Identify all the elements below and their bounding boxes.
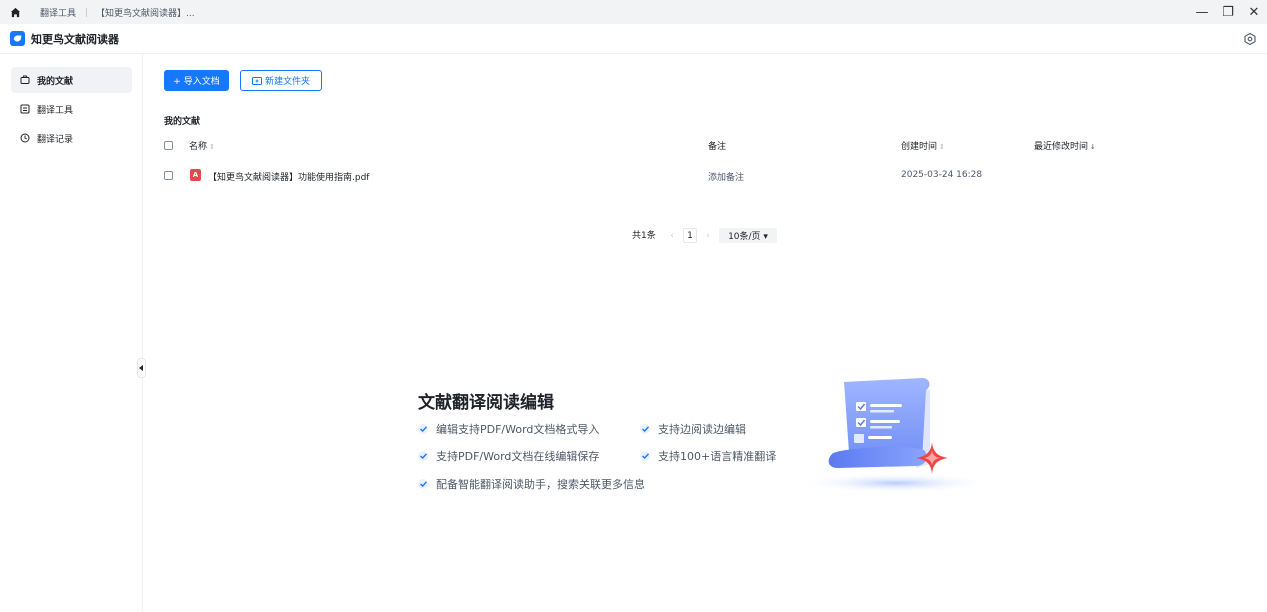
feature-text: 支持边阅读边编辑 [658,423,746,436]
folder-icon [20,75,30,84]
sort-icon: ⇕ [939,143,945,151]
pagination-total: 共1条 [632,231,656,241]
sidebar-item-label: 翻译工具 [37,105,74,116]
sidebar-collapse-button[interactable] [137,358,146,378]
folder-plus-icon [251,77,262,85]
home-icon[interactable] [0,0,30,24]
feature-item: 支持PDF/Word文档在线编辑保存 [418,448,599,464]
tab-document[interactable]: 【知更鸟文献阅读器】... [86,0,205,24]
title-bar: 翻译工具 【知更鸟文献阅读器】... — ❐ ✕ [0,0,1267,24]
feature-item: 支持边阅读边编辑 [640,421,746,437]
clock-icon [20,133,30,143]
row-checkbox[interactable] [164,171,173,180]
check-icon [418,424,428,434]
header-label: 最近修改时间 [1034,142,1089,152]
add-note-link[interactable]: 添加备注 [708,170,744,183]
sidebar-item-label: 我的文献 [37,76,74,87]
sidebar: 我的文献 翻译工具 翻译记录 [0,54,143,612]
translate-icon [20,104,30,114]
page-number-button[interactable]: 1 [683,228,697,243]
created-time: 2025-03-24 16:28 [901,170,983,180]
import-document-label: + 导入文档 [173,77,220,87]
select-all-checkbox[interactable] [164,141,173,150]
feature-text: 支持PDF/Word文档在线编辑保存 [436,450,600,463]
sidebar-item-translate-tool[interactable]: 翻译工具 [11,96,132,122]
column-header-created[interactable]: 创建时间 ⇕ [901,139,945,152]
settings-icon[interactable] [1243,31,1257,46]
feature-text: 配备智能翻译阅读助手，搜索关联更多信息 [436,478,645,491]
chevron-left-icon [139,365,143,371]
section-title: 我的文献 [164,117,201,127]
restore-button[interactable]: ❐ [1215,0,1241,24]
check-icon [640,424,650,434]
feature-item: 编辑支持PDF/Word文档格式导入 [418,421,599,437]
feature-text: 支持100+语言精准翻译 [658,450,777,463]
column-header-modified[interactable]: 最近修改时间 ↓ [1034,139,1096,152]
new-folder-label: 新建文件夹 [264,77,310,87]
window-controls: — ❐ ✕ [1189,0,1267,24]
page-size-select[interactable]: 10条/页 ▾ [719,228,777,243]
feature-text: 编辑支持PDF/Word文档格式导入 [436,423,600,436]
prev-page-button[interactable]: ‹ [666,228,678,243]
feature-item: 支持100+语言精准翻译 [640,448,776,464]
column-header-note: 备注 [708,142,727,152]
document-scroll-illustration [800,378,992,493]
sidebar-item-label: 翻译记录 [37,134,74,145]
header-label: 创建时间 [901,142,938,152]
app-logo-icon [10,31,25,46]
close-button[interactable]: ✕ [1241,0,1267,24]
import-document-button[interactable]: + 导入文档 [164,70,229,91]
tab-label: 翻译工具 [40,8,77,19]
next-page-button[interactable]: › [702,228,714,243]
header-label: 名称 [189,142,208,152]
file-name-link[interactable]: 【知更鸟文献阅读器】功能使用指南.pdf [208,170,369,183]
minimize-button[interactable]: — [1189,0,1215,24]
app-title: 知更鸟文献阅读器 [31,32,119,46]
check-icon [418,451,428,461]
app-header: 知更鸟文献阅读器 [0,24,1267,54]
check-icon [640,451,650,461]
feature-item: 配备智能翻译阅读助手，搜索关联更多信息 [418,476,645,492]
hero-title: 文献翻译阅读编辑 [418,393,554,413]
tab-translate-tool[interactable]: 翻译工具 [30,0,86,24]
column-header-name[interactable]: 名称 ⇕ [189,139,215,152]
sidebar-item-my-documents[interactable]: 我的文献 [11,67,132,93]
sort-desc-icon: ↓ [1090,143,1096,151]
sort-icon: ⇕ [209,143,215,151]
pdf-file-icon: A [190,169,201,181]
new-folder-button[interactable]: 新建文件夹 [240,70,322,91]
tab-label: 【知更鸟文献阅读器】... [96,8,195,19]
check-icon [418,479,428,489]
sidebar-item-translate-history[interactable]: 翻译记录 [11,125,132,151]
